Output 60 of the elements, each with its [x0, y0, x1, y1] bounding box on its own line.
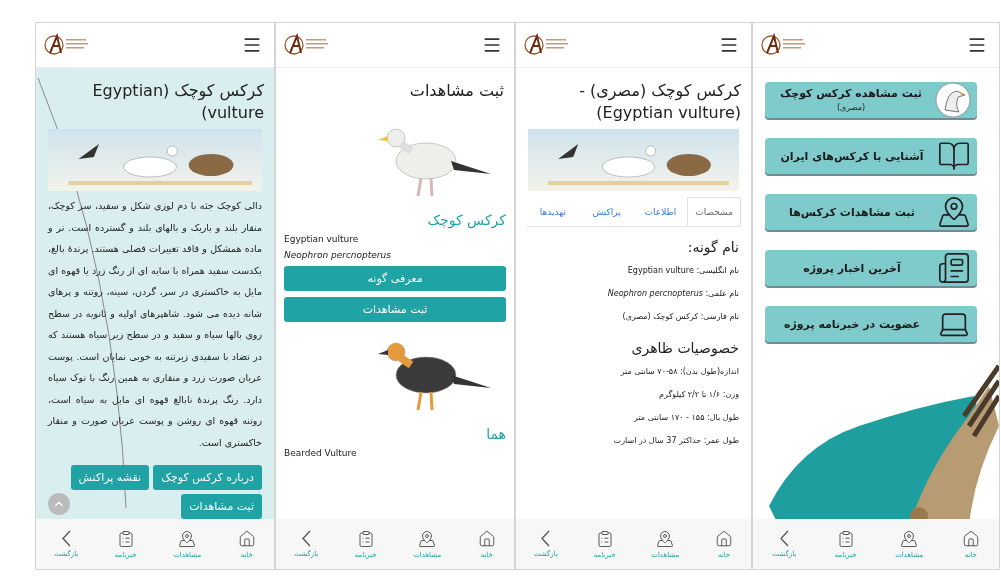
- newspaper-icon: [937, 251, 971, 285]
- menu-icon[interactable]: [719, 35, 739, 55]
- species-name: کرکس کوچک: [426, 211, 506, 228]
- menu-label: آخرین اخبار پروژه: [802, 261, 902, 275]
- action-button[interactable]: نقشه پراکنش: [70, 465, 150, 491]
- menu-label: آشنایی با کرکس‌های ایران: [779, 149, 925, 163]
- menu-button[interactable]: ثبت مشاهده کرکس کوچک (مصری): [765, 82, 977, 118]
- english-name: Bearded Vulture: [284, 447, 358, 458]
- action-button[interactable]: ثبت مشاهدات: [181, 494, 262, 519]
- menu-icon[interactable]: [967, 35, 987, 55]
- chevron-left-icon: [61, 530, 71, 547]
- menu-icon[interactable]: [242, 35, 262, 55]
- info-line: نام فارسی: کرکس کوچک (مصری): [621, 311, 740, 324]
- menu-button[interactable]: ثبت مشاهدات کرکس‌ها: [765, 194, 977, 230]
- logo-icon: [284, 33, 330, 57]
- page-title: ثبت مشاهدات: [408, 80, 505, 102]
- clipboard-icon: [356, 529, 375, 548]
- home-icon: [715, 529, 734, 548]
- scientific-name: Neophron percnopterus: [284, 249, 392, 260]
- map-pin-icon: [900, 529, 919, 548]
- page-title: کرکس کوچک (مصری) -(Egyptian vulture): [578, 80, 742, 124]
- menu-button[interactable]: آخرین اخبار پروژه: [765, 250, 977, 286]
- menu-button[interactable]: آشنایی با کرکس‌های ایران: [765, 138, 977, 174]
- section-heading: خصوصیات ظاهری: [630, 339, 740, 359]
- logo-icon: [524, 33, 570, 57]
- tab[interactable]: مشخصات: [687, 197, 741, 227]
- info-line: نام انگلیسی: Egyptian vulture: [626, 265, 740, 278]
- article-title: کرکس کوچک (Egyptian vulture): [91, 80, 265, 124]
- chevron-left-icon: [541, 530, 551, 547]
- action-button[interactable]: درباره کرکس کوچک: [153, 465, 262, 491]
- map-pin-icon: [418, 529, 437, 548]
- map-pin-icon: [937, 195, 971, 229]
- menu-button[interactable]: عضویت در خبرنامه پروژه: [765, 306, 977, 342]
- article-text: دالی کوچک جثه با دم لوزی شکل و سفید، سر کوچک، منقار بلند و باریک و بالهای بلند و گسترده است. نر و ماده همشکل و فاقد تغییرات فصلی هستند. پرندهٔ بالغ، یکدست سفید همراه با سایه ای از رنگ زرد یا قهوه ای مایل به خاکستری در سر، گردن، سینه، روتنه و پرهای شانه دیده می شود. شاهپرهای اولیه و ثانویه در سطح روی بالها سیاه و سفید و در سطح زیر سیاه هستند که در تضاد با سفیدی زیرتنه به خوبی نمایان است. پوست عریان صورت زرد و منقاری به همین رنگ با نوک سیاه دارد. رنگ پرندهٔ نابالغ قهوه ای مایل به سیاه است، روتنه قهوه ای روشن و پوست عریان صورت و منقار خاکستری است.: [46, 199, 263, 450]
- clipboard-icon: [116, 529, 135, 548]
- action-button[interactable]: ثبت مشاهدات: [284, 296, 506, 322]
- logo-icon: [761, 33, 807, 57]
- home-icon: [477, 529, 496, 548]
- home-icon: [237, 529, 256, 548]
- chevron-left-icon: [301, 530, 311, 547]
- species-name: هما: [485, 425, 506, 442]
- clipboard-icon: [595, 529, 614, 548]
- home-icon: [961, 529, 980, 548]
- info-line: وزن: ۱/۶ تا ۲/۲ کیلوگرم: [658, 389, 740, 402]
- map-pin-icon: [656, 529, 675, 548]
- menu-label: ثبت مشاهدات کرکس‌ها: [788, 205, 916, 219]
- english-name: Egyptian vulture: [284, 233, 360, 244]
- menu-label: ثبت مشاهده کرکس کوچک (مصری): [778, 87, 923, 113]
- menu-label: عضویت در خبرنامه پروژه: [782, 317, 922, 331]
- action-button[interactable]: معرفی گونه: [284, 265, 506, 291]
- logo-icon: [44, 33, 90, 57]
- clipboard-icon: [836, 529, 855, 548]
- info-line: طول بال: ۱۵۵ - ۱۷۰ سانتی متر: [632, 412, 740, 425]
- vulture-head-icon: [935, 82, 971, 118]
- map-pin-icon: [178, 529, 197, 548]
- chevron-left-icon: [779, 530, 789, 547]
- menu-icon[interactable]: [482, 35, 502, 55]
- info-line: طول عمر: حداکثر 37 سال در اسارت: [612, 435, 740, 448]
- info-line: اندازه(طول بدن): ۵۸-۷۰ سانتی متر: [619, 366, 740, 379]
- section-heading: نام گونه:: [686, 238, 740, 258]
